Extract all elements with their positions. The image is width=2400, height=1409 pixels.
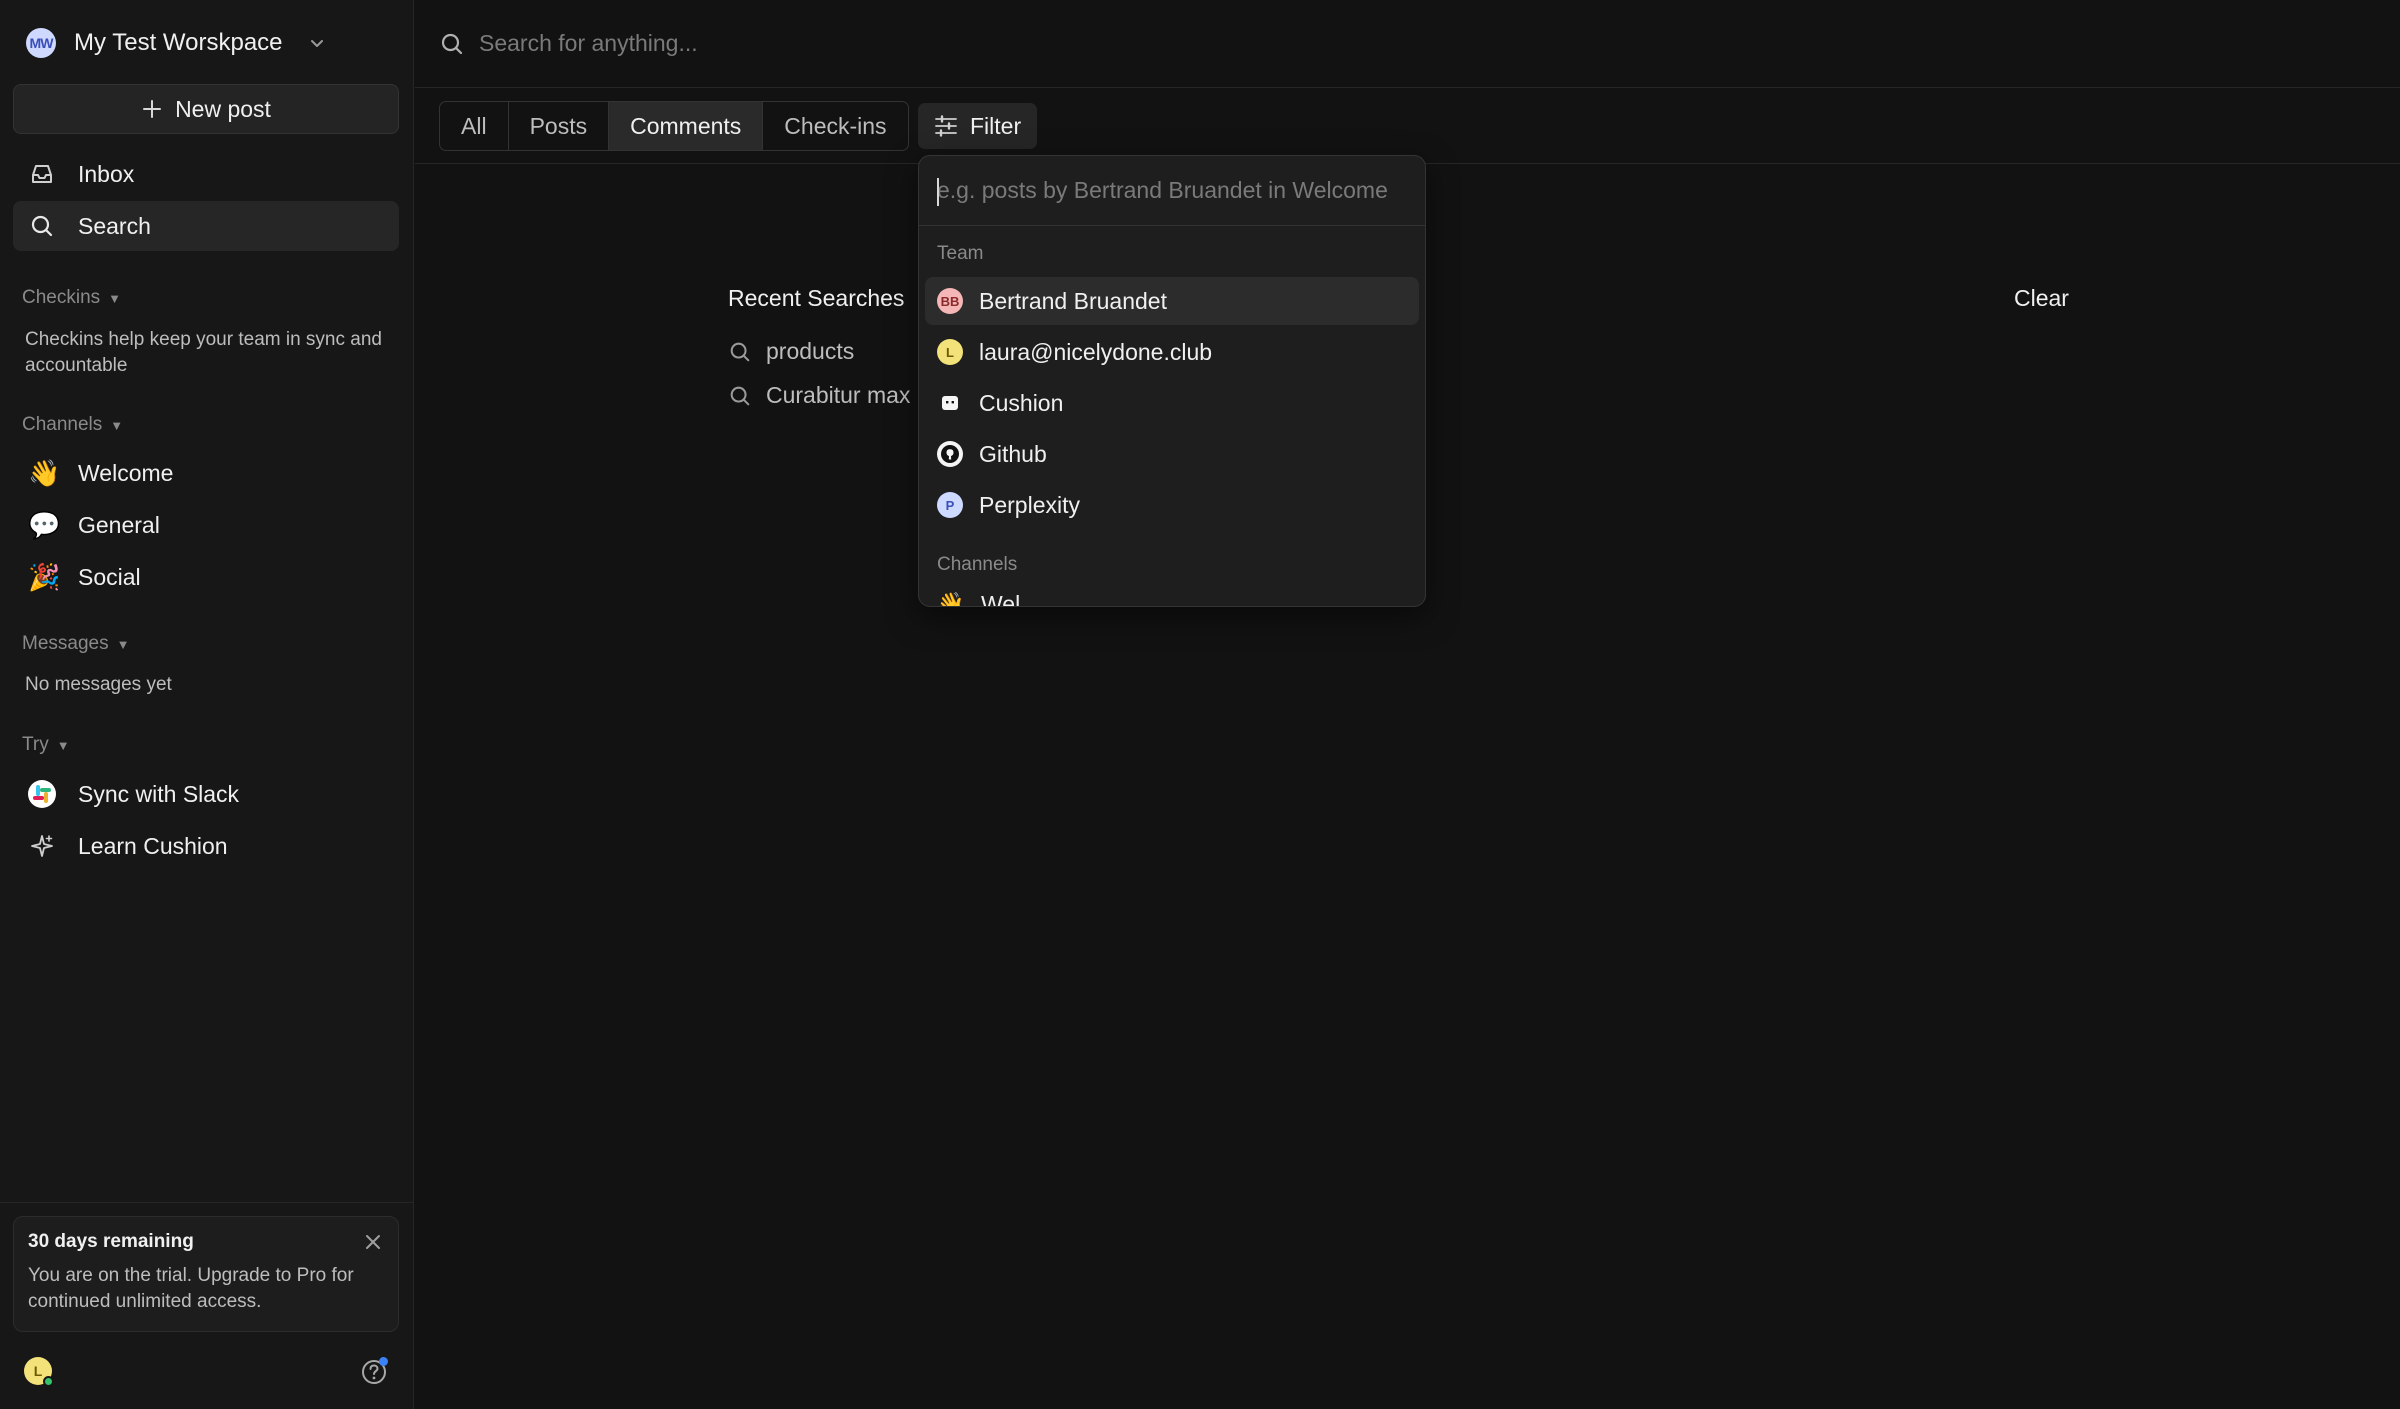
tab-comments[interactable]: Comments <box>609 102 764 150</box>
sidebar-item-search[interactable]: Search <box>13 201 399 251</box>
checkins-section-header[interactable]: Checkins ▼ <box>22 287 121 309</box>
checkins-note: Checkins help keep your team in sync and… <box>25 329 382 376</box>
sidebar-item-label: Welcome <box>78 459 174 486</box>
chevron-down-icon <box>310 40 323 47</box>
tab-check-ins[interactable]: Check-ins <box>763 102 907 150</box>
sidebar-item-label: Inbox <box>78 160 135 187</box>
recent-searches-title: Recent Searches <box>728 285 905 311</box>
search-icon <box>441 33 463 54</box>
trial-banner: 30 days remaining You are on the trial. … <box>13 1216 399 1332</box>
filter-search-wrap <box>919 156 1425 226</box>
waving-hand-icon: 👋 <box>937 591 965 607</box>
waving-hand-icon: 👋 <box>28 457 61 488</box>
speech-bubble-icon: 💬 <box>28 509 61 540</box>
option-label: Perplexity <box>979 491 1080 518</box>
team-section-title: Team <box>937 243 984 264</box>
option-label: laura@nicelydone.club <box>979 338 1213 365</box>
tab-posts[interactable]: Posts <box>509 102 610 150</box>
new-post-label: New post <box>175 95 271 122</box>
avatar: L <box>937 339 963 365</box>
sidebar-item-inbox[interactable]: Inbox <box>13 149 399 199</box>
trial-text: You are on the trial. Upgrade to Pro for… <box>28 1265 354 1312</box>
search-bar <box>415 0 2400 88</box>
filter-option-perplexity[interactable]: P Perplexity <box>925 481 1419 529</box>
github-icon <box>937 441 963 467</box>
sidebar-item-label: General <box>78 511 160 538</box>
sidebar-divider <box>0 1202 414 1203</box>
section-title: Checkins <box>22 287 101 308</box>
inbox-icon <box>28 160 56 188</box>
caret-down-icon: ▼ <box>110 417 124 433</box>
notification-dot <box>379 1357 388 1366</box>
try-section-header[interactable]: Try ▼ <box>22 734 70 756</box>
recent-search-item[interactable]: products <box>728 338 854 365</box>
sidebar-item-sync-slack[interactable]: Sync with Slack <box>13 769 399 819</box>
recent-search-item[interactable]: Curabitur max <box>728 382 910 409</box>
sidebar-item-welcome[interactable]: 👋 Welcome <box>13 448 399 498</box>
sparkle-icon <box>28 832 56 860</box>
sidebar-item-label: Sync with Slack <box>78 780 240 807</box>
filter-button[interactable]: Filter <box>918 103 1038 149</box>
sidebar-item-general[interactable]: 💬 General <box>13 500 399 550</box>
sidebar-item-label: Learn Cushion <box>78 832 228 859</box>
caret-down-icon: ▼ <box>108 290 122 306</box>
filter-option-bertrand[interactable]: BB Bertrand Bruandet <box>925 277 1419 325</box>
channels-section-header[interactable]: Channels ▼ <box>22 414 123 436</box>
filter-dropdown: Team BB Bertrand Bruandet L laura@nicely… <box>918 155 1426 607</box>
filter-option-cushion[interactable]: Cushion <box>925 379 1419 427</box>
channels-section-title: Channels <box>937 554 1018 575</box>
sidebar-item-learn-cushion[interactable]: Learn Cushion <box>13 821 399 871</box>
text-caret <box>937 178 939 206</box>
plus-icon <box>143 100 162 118</box>
avatar: BB <box>937 288 963 314</box>
close-icon[interactable] <box>364 1233 382 1251</box>
option-label: Github <box>979 440 1047 467</box>
workspace-avatar: MW <box>26 28 56 58</box>
party-popper-icon: 🎉 <box>28 561 61 592</box>
sidebar-item-label: Search <box>78 212 151 239</box>
section-title: Channels <box>22 414 103 435</box>
clear-recent-button[interactable]: Clear <box>2014 285 2069 312</box>
sidebar-item-social[interactable]: 🎉 Social <box>13 552 399 602</box>
workspace-name: My Test Worskpace <box>74 29 283 56</box>
option-label: Bertrand Bruandet <box>979 287 1167 314</box>
trial-title: 30 days remaining <box>28 1231 194 1252</box>
filter-label: Filter <box>970 112 1022 139</box>
sliders-icon <box>935 115 957 137</box>
search-icon <box>730 342 750 361</box>
search-icon <box>730 386 750 405</box>
type-tabs: All Posts Comments Check-ins <box>439 101 909 151</box>
recent-search-text: products <box>766 338 855 364</box>
option-label: Wel <box>981 590 1021 607</box>
online-status-dot <box>43 1376 54 1387</box>
filter-search-input[interactable] <box>937 177 1407 204</box>
search-input[interactable] <box>479 30 2079 57</box>
messages-section-header[interactable]: Messages ▼ <box>22 633 129 655</box>
new-post-button[interactable]: New post <box>13 84 399 134</box>
filter-row: All Posts Comments Check-ins Filter <box>415 88 2400 164</box>
section-title: Try <box>22 734 49 755</box>
sidebar-item-label: Social <box>78 563 141 590</box>
workspace-switcher[interactable]: MW My Test Worskpace <box>26 26 327 60</box>
section-title: Messages <box>22 633 109 654</box>
tab-all[interactable]: All <box>440 102 509 150</box>
avatar: P <box>937 492 963 518</box>
filter-option-github[interactable]: Github <box>925 430 1419 478</box>
caret-down-icon: ▼ <box>56 737 70 753</box>
caret-down-icon: ▼ <box>116 636 130 652</box>
app: MW My Test Worskpace New post Inbox Sear… <box>0 0 2400 1409</box>
recent-search-text: Curabitur max <box>766 382 911 408</box>
search-icon <box>28 212 56 240</box>
slack-icon <box>28 780 56 808</box>
sidebar: MW My Test Worskpace New post Inbox Sear… <box>0 0 414 1409</box>
cushion-logo-icon <box>937 390 963 416</box>
messages-note: No messages yet <box>25 674 172 695</box>
filter-option-laura[interactable]: L laura@nicelydone.club <box>925 328 1419 376</box>
filter-option-channel-partial[interactable]: 👋 Wel <box>925 580 1419 607</box>
option-label: Cushion <box>979 389 1064 416</box>
